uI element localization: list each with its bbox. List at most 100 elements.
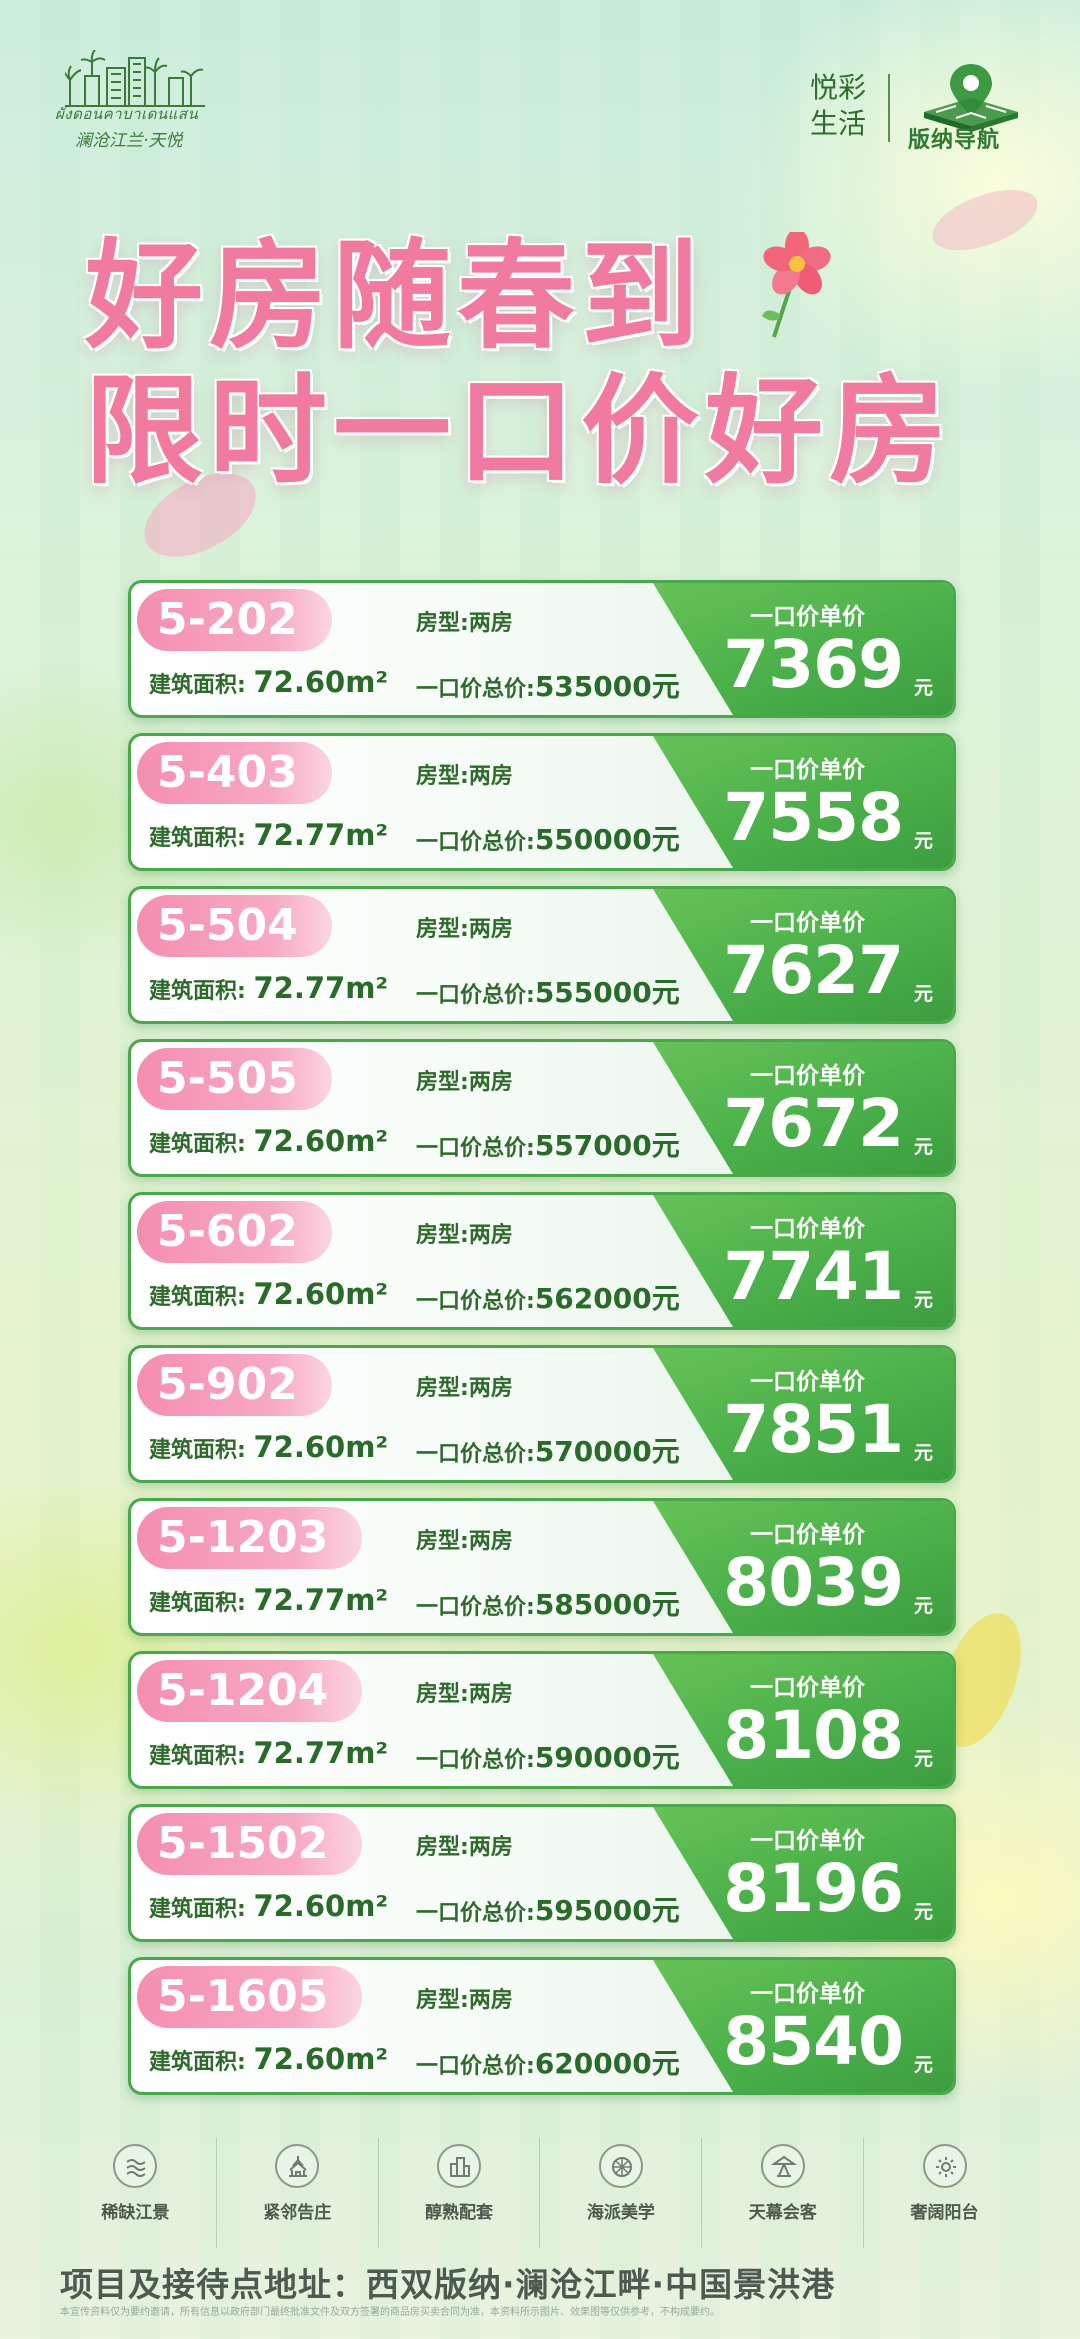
feature-label: 紧邻告庄 xyxy=(263,2203,332,2223)
room-number-tag: 5-202 xyxy=(137,589,332,651)
legal-disclaimer: 本宣传资料仅为要约邀请，所有信息以政府部门最终批准文件及双方签署的商品房买卖合同… xyxy=(60,2307,720,2318)
total-price: 一口价总价:550000元 xyxy=(416,823,680,856)
floor-area: 建筑面积: 72.60m² xyxy=(149,665,389,699)
unit-price-suffix: 元 xyxy=(913,1901,933,1923)
unit-price-value: 7558 xyxy=(723,779,904,856)
logo-divider xyxy=(888,74,890,142)
brand-name: 版纳导航 xyxy=(908,128,1001,153)
total-price: 一口价总价:570000元 xyxy=(416,1435,680,1468)
feature-item: 天幕会客 xyxy=(702,2138,865,2248)
listing-card[interactable]: 5-202 房型:两房 建筑面积: 72.60m² 一口价总价:535000元 … xyxy=(128,580,956,718)
feature-label: 稀缺江景 xyxy=(101,2203,170,2223)
unit-price-suffix: 元 xyxy=(913,1136,933,1158)
buildings-icon xyxy=(437,2144,482,2188)
total-price: 一口价总价:585000元 xyxy=(416,1588,680,1621)
feature-label: 海派美学 xyxy=(586,2203,655,2223)
listing-card[interactable]: 5-902 房型:两房 建筑面积: 72.60m² 一口价总价:570000元 … xyxy=(128,1345,956,1483)
room-type: 房型:两房 xyxy=(416,1223,513,1248)
unit-price-suffix: 元 xyxy=(913,983,933,1005)
room-type: 房型:两房 xyxy=(416,1070,513,1095)
feature-list: 稀缺江景 紧邻告庄 醇熟配套 海派美学 天幕会客 奢阔阳台 xyxy=(55,2138,1025,2248)
room-number-tag: 5-403 xyxy=(137,742,332,804)
unit-price-suffix: 元 xyxy=(913,1289,933,1311)
feature-label: 醇熟配套 xyxy=(425,2203,494,2223)
room-number-tag: 5-602 xyxy=(137,1201,332,1263)
listing-card[interactable]: 5-1204 房型:两房 建筑面积: 72.77m² 一口价总价:590000元… xyxy=(128,1651,956,1789)
unit-price-suffix: 元 xyxy=(913,2054,933,2076)
project-logo: ผังดอนคาบาเดนแสน 澜沧江兰·天悦 xyxy=(55,50,235,151)
flower-icon xyxy=(762,232,831,338)
canopy-icon xyxy=(760,2144,805,2188)
room-type: 房型:两房 xyxy=(416,1835,513,1860)
unit-price-suffix: 元 xyxy=(913,830,933,852)
temple-icon xyxy=(275,2144,320,2188)
room-type: 房型:两房 xyxy=(416,917,513,942)
listing-card[interactable]: 5-504 房型:两房 建筑面积: 72.77m² 一口价总价:555000元 … xyxy=(128,886,956,1024)
room-number-tag: 5-1502 xyxy=(137,1813,363,1875)
listing-card[interactable]: 5-1203 房型:两房 建筑面积: 72.77m² 一口价总价:585000元… xyxy=(128,1498,956,1636)
room-type: 房型:两房 xyxy=(416,1376,513,1401)
project-logo-script: ผังดอนคาบาเดนแสน xyxy=(55,105,199,123)
listing-list: 5-202 房型:两房 建筑面积: 72.60m² 一口价总价:535000元 … xyxy=(128,580,956,2110)
unit-price-value: 7369 xyxy=(723,626,904,703)
feature-item: 海派美学 xyxy=(540,2138,703,2248)
total-price: 一口价总价:562000元 xyxy=(416,1282,680,1315)
unit-price-suffix: 元 xyxy=(913,1442,933,1464)
total-price: 一口价总价:595000元 xyxy=(416,1894,680,1927)
unit-price-value: 7672 xyxy=(723,1085,904,1162)
feature-item: 奢阔阳台 xyxy=(864,2138,1025,2248)
floor-area: 建筑面积: 72.60m² xyxy=(149,1889,389,1923)
room-number-tag: 5-902 xyxy=(137,1354,332,1416)
listing-card[interactable]: 5-1605 房型:两房 建筑面积: 72.60m² 一口价总价:620000元… xyxy=(128,1957,956,2095)
unit-price-value: 8540 xyxy=(723,2003,904,2080)
unit-price-suffix: 元 xyxy=(913,677,933,699)
unit-price-suffix: 元 xyxy=(913,1595,933,1617)
headline-line-2: 限时一口价好房 xyxy=(85,362,954,500)
unit-price-value: 8108 xyxy=(723,1697,904,1774)
room-number-tag: 5-1203 xyxy=(137,1507,363,1569)
total-price: 一口价总价:620000元 xyxy=(416,2047,680,2080)
brand-slogan: 悦彩生活 xyxy=(810,71,867,140)
floor-area: 建筑面积: 72.60m² xyxy=(149,1124,389,1158)
feature-label: 天幕会客 xyxy=(748,2203,817,2223)
feature-item: 稀缺江景 xyxy=(55,2138,217,2248)
decorative-petal xyxy=(925,181,1045,259)
project-logo-name: 澜沧江兰·天悦 xyxy=(75,131,183,151)
room-number-tag: 5-1605 xyxy=(137,1966,363,2028)
listing-card[interactable]: 5-602 房型:两房 建筑面积: 72.60m² 一口价总价:562000元 … xyxy=(128,1192,956,1330)
listing-card[interactable]: 5-403 房型:两房 建筑面积: 72.77m² 一口价总价:550000元 … xyxy=(128,733,956,871)
listing-card[interactable]: 5-505 房型:两房 建筑面积: 72.60m² 一口价总价:557000元 … xyxy=(128,1039,956,1177)
listing-card[interactable]: 5-1502 房型:两房 建筑面积: 72.60m² 一口价总价:595000元… xyxy=(128,1804,956,1942)
unit-price-suffix: 元 xyxy=(913,1748,933,1770)
aesthetic-icon xyxy=(598,2144,643,2188)
floor-area: 建筑面积: 72.77m² xyxy=(149,1736,389,1770)
total-price: 一口价总价:535000元 xyxy=(416,670,680,703)
total-price: 一口价总价:557000元 xyxy=(416,1129,680,1162)
unit-price-value: 8196 xyxy=(723,1850,904,1927)
floor-area: 建筑面积: 72.60m² xyxy=(149,2042,389,2076)
floor-area: 建筑面积: 72.60m² xyxy=(149,1430,389,1464)
room-number-tag: 5-505 xyxy=(137,1048,332,1110)
room-type: 房型:两房 xyxy=(416,1529,513,1554)
room-type: 房型:两房 xyxy=(416,1682,513,1707)
unit-price-value: 7851 xyxy=(723,1391,904,1468)
room-type: 房型:两房 xyxy=(416,611,513,636)
brand-logo: 悦彩生活 版纳导航 xyxy=(810,60,1040,160)
balcony-icon xyxy=(922,2144,967,2188)
project-address: 项目及接待点地址：西双版纳·澜沧江畔·中国景洪港 xyxy=(60,2265,836,2304)
floor-area: 建筑面积: 72.77m² xyxy=(149,818,389,852)
room-number-tag: 5-1204 xyxy=(137,1660,363,1722)
room-type: 房型:两房 xyxy=(416,1988,513,2013)
floor-area: 建筑面积: 72.77m² xyxy=(149,1583,389,1617)
feature-label: 奢阔阳台 xyxy=(910,2203,979,2223)
room-number-tag: 5-504 xyxy=(137,895,332,957)
palm-skyline-icon xyxy=(65,50,205,107)
river-icon xyxy=(113,2144,158,2188)
feature-item: 醇熟配套 xyxy=(379,2138,541,2248)
total-price: 一口价总价:590000元 xyxy=(416,1741,680,1774)
unit-price-value: 8039 xyxy=(723,1544,904,1621)
room-type: 房型:两房 xyxy=(416,764,513,789)
total-price: 一口价总价:555000元 xyxy=(416,976,680,1009)
feature-item: 紧邻告庄 xyxy=(217,2138,379,2248)
unit-price-value: 7627 xyxy=(723,932,904,1009)
